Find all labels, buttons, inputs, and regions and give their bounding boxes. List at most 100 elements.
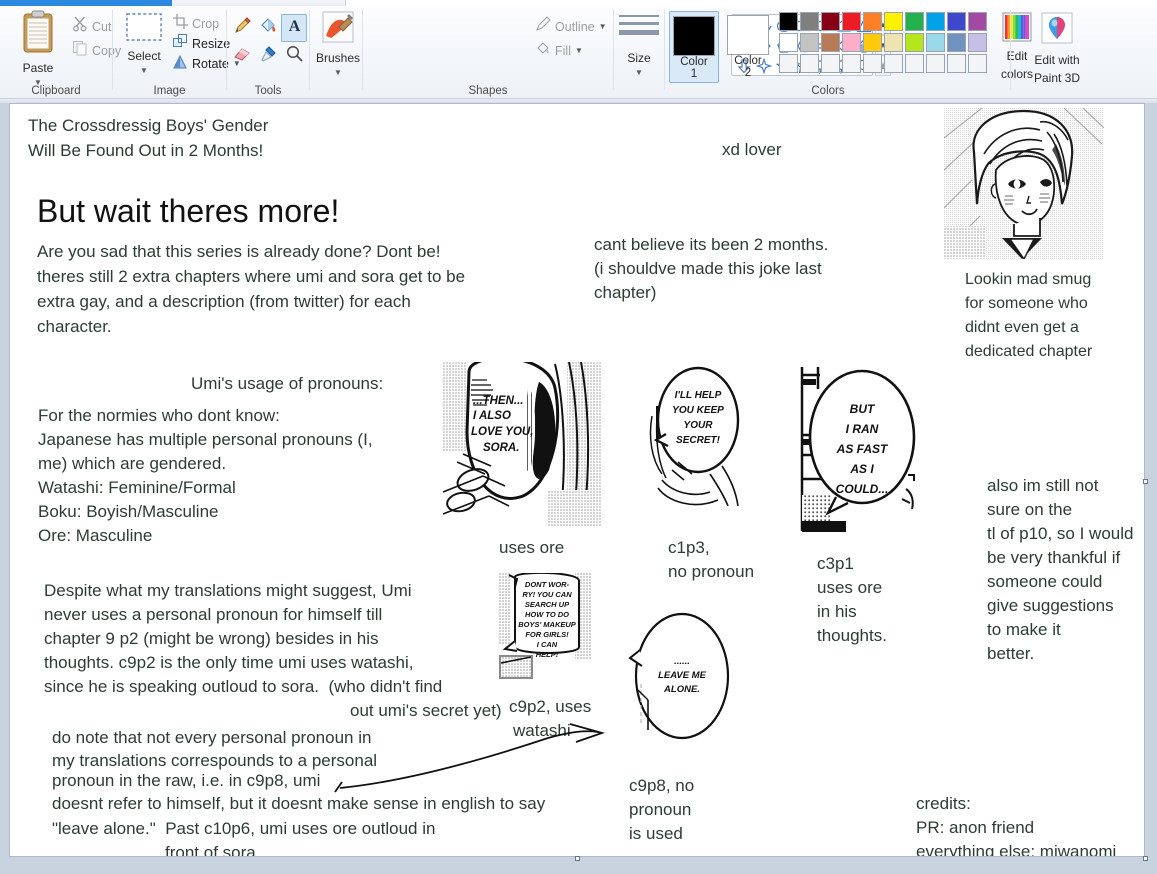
color2-value[interactable]: [727, 15, 769, 55]
selection-rectangle-icon: [115, 12, 173, 47]
palette-swatch-empty[interactable]: [821, 54, 840, 73]
scissors-icon: [72, 16, 88, 37]
p10-note-line-1: also im still not: [987, 476, 1099, 495]
svg-text:A: A: [288, 18, 300, 35]
palette-swatch-empty[interactable]: [947, 54, 966, 73]
credits-line-1: credits:: [916, 794, 971, 813]
panel4-caption-line-1: c9p2, uses: [509, 697, 592, 716]
canvas-resize-handle-bottom[interactable]: [575, 856, 580, 861]
despite-line-1: Despite what my translations might sugge…: [44, 581, 412, 600]
palette-swatch-empty[interactable]: [968, 54, 987, 73]
eraser-tool[interactable]: [229, 42, 255, 70]
edit-with-paint3d-label: Edit with Paint 3D: [1033, 53, 1081, 85]
svg-text:......: ......: [674, 656, 690, 667]
palette-swatch-empty[interactable]: [884, 54, 903, 73]
color-palette[interactable]: [779, 12, 989, 75]
palette-swatch[interactable]: [821, 12, 840, 31]
fill-dropdown-caret[interactable]: ▼: [575, 46, 583, 55]
palette-swatch[interactable]: [905, 33, 924, 52]
svg-text:RY! YOU CAN: RY! YOU CAN: [522, 590, 572, 599]
size-dropdown-caret[interactable]: ▼: [614, 69, 664, 77]
ribbon-group-clipboard: Paste ▼ Cut Copy Clipboard: [0, 6, 121, 99]
clipboard-group-label: Clipboard: [31, 85, 81, 97]
palette-swatch-empty[interactable]: [800, 54, 819, 73]
palette-swatch[interactable]: [863, 12, 882, 31]
svg-text:I ALSO: I ALSO: [473, 410, 511, 422]
edit-with-paint3d-button[interactable]: Edit with Paint 3D: [1019, 12, 1095, 87]
panel3-caption-line-1: c3p1: [817, 554, 854, 573]
svg-text:SORA.: SORA.: [483, 442, 519, 454]
outline-icon: [535, 16, 551, 37]
fill-button[interactable]: Fill ▼: [535, 40, 583, 61]
panel3-caption-line-2: uses ore: [817, 578, 883, 597]
text-tool[interactable]: A: [281, 14, 307, 42]
title-line-2: Will Be Found Out in 2 Months!: [28, 141, 264, 160]
select-button[interactable]: Select ▼: [115, 12, 173, 75]
months-line-2: (i shouldve made this joke last: [594, 259, 822, 278]
palette-swatch[interactable]: [905, 12, 924, 31]
pronoun-heading: Umi's usage of pronouns:: [191, 374, 384, 393]
pronoun-line-3: me) which are gendered.: [38, 454, 227, 473]
color1-value[interactable]: [673, 16, 715, 56]
color-picker-tool[interactable]: [255, 42, 281, 70]
pencil-tool[interactable]: [229, 14, 255, 42]
canvas-resize-handle-right[interactable]: [1143, 479, 1148, 484]
magnifier-tool[interactable]: [281, 42, 307, 70]
p10-note-line-2: sure on the: [987, 500, 1073, 519]
brushes-dropdown-caret[interactable]: ▼: [312, 69, 364, 77]
canvas-resize-handle-corner[interactable]: [1143, 856, 1148, 861]
eraser-icon: [233, 44, 252, 68]
color-picker-icon: [259, 44, 278, 68]
resize-button[interactable]: Resize: [173, 34, 230, 54]
palette-swatch[interactable]: [821, 33, 840, 52]
pronoun-line-2: Japanese has multiple personal pronouns …: [38, 430, 373, 449]
brushes-button[interactable]: Brushes ▼: [312, 10, 364, 77]
palette-swatch[interactable]: [968, 12, 987, 31]
palette-swatch[interactable]: [926, 12, 945, 31]
palette-swatch-empty[interactable]: [926, 54, 945, 73]
palette-swatch-empty[interactable]: [905, 54, 924, 73]
fill-tool[interactable]: [255, 14, 281, 42]
color2-swatch-button[interactable]: Color 2: [723, 11, 773, 83]
ribbon-group-image: Select ▼ Crop Resize Rotate ▼ Image: [113, 6, 241, 99]
crop-button[interactable]: Crop: [173, 14, 219, 34]
svg-text:LEAVE ME: LEAVE ME: [658, 670, 707, 681]
paste-button[interactable]: Paste ▼: [8, 10, 68, 87]
palette-swatch[interactable]: [779, 33, 798, 52]
palette-swatch-empty[interactable]: [863, 54, 882, 73]
intro-line-1: Are you sad that this series is already …: [37, 242, 441, 261]
palette-swatch[interactable]: [968, 33, 987, 52]
palette-swatch[interactable]: [947, 33, 966, 52]
paint3d-icon: [1019, 12, 1095, 51]
palette-swatch[interactable]: [800, 33, 819, 52]
ribbon-group-shapes: ▲ ▼ ▤ Outline ▼ Fill ▼ Shapes: [363, 6, 891, 99]
size-button[interactable]: Size ▼: [614, 12, 664, 77]
palette-swatch[interactable]: [863, 33, 882, 52]
color1-swatch-button[interactable]: Color 1: [669, 11, 719, 83]
palette-swatch[interactable]: [842, 33, 861, 52]
resize-label: Resize: [192, 37, 231, 51]
despite-line-4: thoughts. c9p2 is the only time umi uses…: [44, 653, 414, 672]
size-label: Size: [627, 51, 651, 65]
svg-text:HELP!: HELP!: [536, 650, 559, 659]
credits-line-3: everything else: miwanomi: [916, 842, 1117, 857]
cut-button[interactable]: Cut: [72, 16, 111, 37]
intro-line-2: theres still 2 extra chapters where umi …: [37, 267, 466, 286]
drawing-canvas[interactable]: The Crossdressig Boys' Gender Will Be Fo…: [9, 103, 1145, 857]
palette-swatch[interactable]: [884, 12, 903, 31]
despite-line-3: chapter 9 p2 (might be wrong) besides in…: [44, 629, 379, 648]
palette-swatch[interactable]: [947, 12, 966, 31]
outline-dropdown-caret[interactable]: ▼: [599, 22, 607, 31]
select-dropdown-caret[interactable]: ▼: [115, 67, 173, 75]
palette-swatch[interactable]: [884, 33, 903, 52]
panel5-caption-line-3: is used: [629, 824, 683, 843]
palette-swatch[interactable]: [779, 12, 798, 31]
palette-swatch[interactable]: [842, 12, 861, 31]
palette-swatch[interactable]: [800, 12, 819, 31]
note-line-3: pronoun in the raw, i.e. in c9p8, umi: [52, 771, 321, 790]
outline-button[interactable]: Outline ▼: [535, 16, 607, 37]
palette-swatch[interactable]: [926, 33, 945, 52]
palette-swatch-empty[interactable]: [779, 54, 798, 73]
palette-swatch-empty[interactable]: [842, 54, 861, 73]
panel2-caption-line-2: no pronoun: [668, 562, 755, 581]
